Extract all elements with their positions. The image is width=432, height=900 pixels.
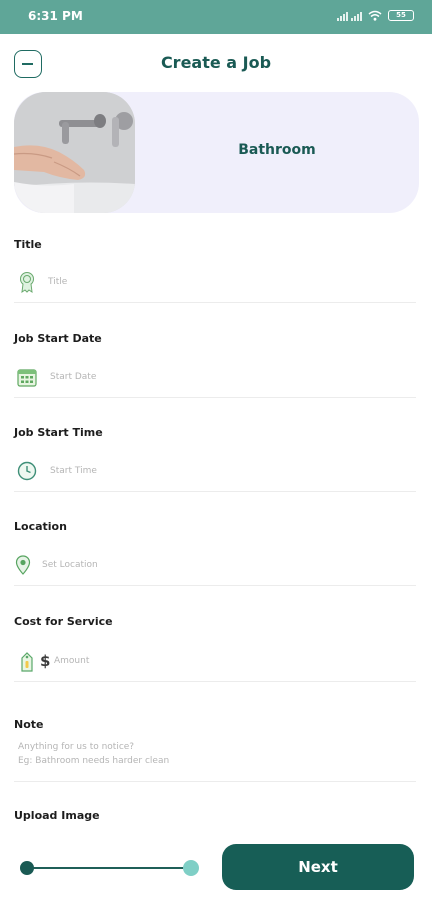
note-label: Note [14, 718, 44, 731]
next-button[interactable]: Next [222, 844, 414, 890]
wifi-icon [368, 10, 382, 21]
status-bar: 6:31 PM 55 [0, 0, 432, 34]
start-time-field[interactable]: Start Time [14, 452, 416, 492]
step-progress [20, 858, 200, 878]
location-field[interactable]: Set Location [14, 546, 416, 586]
note-placeholder-line2: Eg: Bathroom needs harder clean [18, 756, 170, 766]
amount-input[interactable]: Amount [54, 656, 89, 666]
location-pin-icon [15, 555, 31, 575]
progress-track [27, 867, 193, 869]
header: Create a Job [0, 34, 432, 90]
page-title: Create a Job [160, 53, 272, 72]
start-date-input[interactable]: Start Date [50, 372, 96, 382]
start-time-input[interactable]: Start Time [50, 466, 97, 476]
price-tag-icon [21, 652, 33, 672]
category-label: Bathroom [238, 142, 316, 158]
status-time: 6:31 PM [28, 9, 83, 23]
note-placeholder-line1: Anything for us to notice? [18, 742, 135, 752]
currency-symbol: $ [40, 652, 51, 670]
title-field[interactable]: Title [14, 263, 416, 303]
bathroom-image [14, 92, 135, 213]
progress-step-2 [183, 860, 199, 876]
start-time-label: Job Start Time [14, 426, 103, 439]
location-input[interactable]: Set Location [42, 560, 98, 570]
status-icons: 55 [337, 10, 414, 21]
progress-step-1 [20, 861, 34, 875]
title-label: Title [14, 238, 42, 251]
note-textarea[interactable]: Anything for us to notice? Eg: Bathroom … [14, 740, 416, 782]
calendar-icon [17, 369, 37, 387]
clock-icon [17, 461, 37, 481]
location-label: Location [14, 520, 67, 533]
start-date-field[interactable]: Start Date [14, 358, 416, 398]
start-date-label: Job Start Date [14, 332, 102, 345]
battery-icon: 55 [388, 10, 414, 21]
title-input[interactable]: Title [48, 277, 67, 287]
upload-image-label: Upload Image [14, 809, 100, 822]
signal-icon [337, 10, 362, 21]
category-card[interactable]: Bathroom [14, 92, 419, 213]
cost-field[interactable]: $ Amount [14, 642, 416, 682]
cost-label: Cost for Service [14, 615, 113, 628]
award-ribbon-icon [20, 272, 34, 293]
